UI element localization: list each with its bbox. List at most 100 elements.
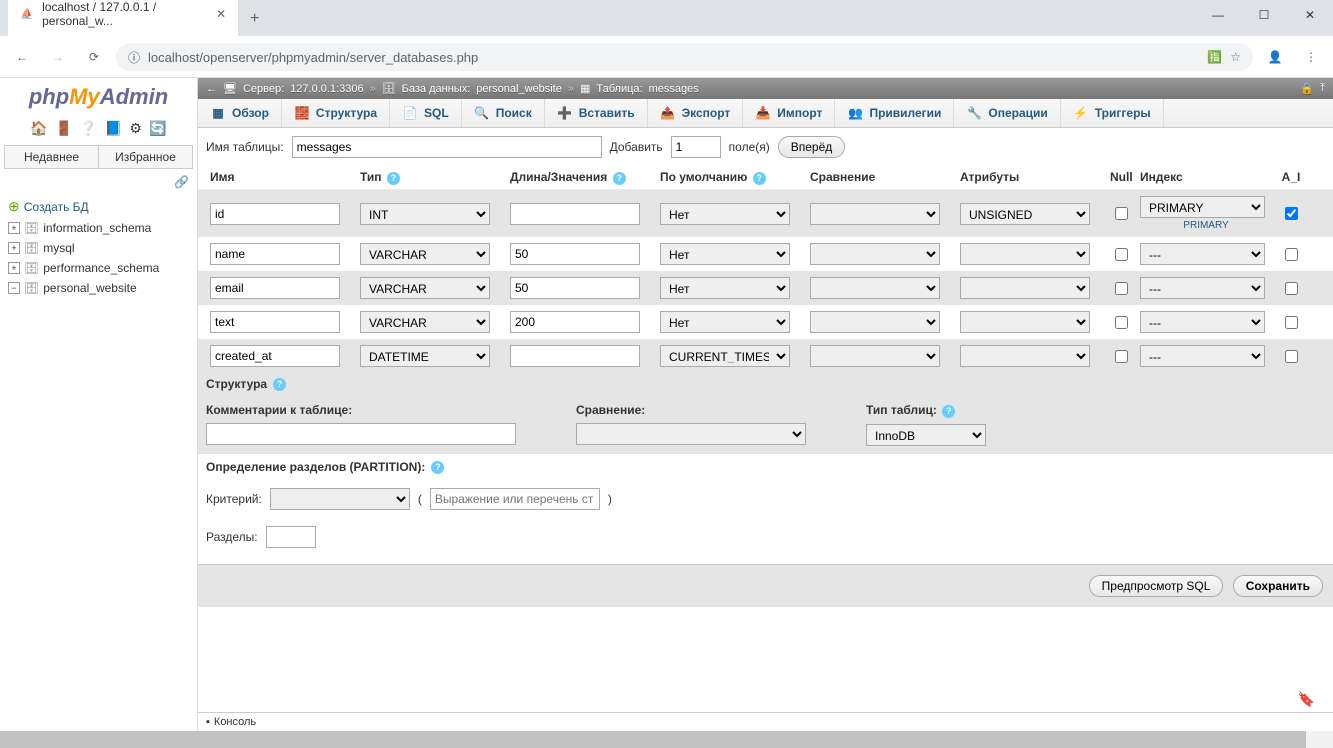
col-default-select[interactable]: Нет xyxy=(660,311,790,333)
nav-back[interactable]: ← xyxy=(8,43,36,71)
bookmark-star-icon[interactable]: ☆ xyxy=(1230,50,1241,64)
col-attributes-select[interactable] xyxy=(960,311,1090,333)
partition-criterion-select[interactable] xyxy=(270,488,410,510)
col-collation-select[interactable] xyxy=(810,277,940,299)
tree-new-db[interactable]: ⊕ Создать БД xyxy=(8,195,189,218)
browser-tab[interactable]: ⛵ localhost / 127.0.0.1 / personal_w... … xyxy=(8,0,238,36)
tab-triggers[interactable]: ⚡Триггеры xyxy=(1061,99,1164,127)
home-icon[interactable]: 🏠 xyxy=(30,120,47,136)
profile-icon[interactable]: 👤 xyxy=(1261,43,1289,71)
help-icon[interactable]: ? xyxy=(942,405,955,418)
col-attributes-select[interactable] xyxy=(960,277,1090,299)
window-maximize[interactable]: ☐ xyxy=(1241,0,1287,30)
col-length-input[interactable] xyxy=(510,243,640,265)
col-attributes-select[interactable]: UNSIGNED xyxy=(960,203,1090,225)
site-info-icon[interactable]: ⓘ xyxy=(128,49,140,66)
translate-icon[interactable]: 🈯 xyxy=(1207,50,1222,64)
table-name-input[interactable] xyxy=(292,136,602,158)
col-length-input[interactable] xyxy=(510,203,640,225)
tab-operations[interactable]: 🔧Операции xyxy=(954,99,1060,127)
col-null-checkbox[interactable] xyxy=(1115,316,1128,329)
col-default-select[interactable]: Нет xyxy=(660,203,790,225)
col-name-input[interactable] xyxy=(210,243,340,265)
col-index-select[interactable]: --- xyxy=(1140,277,1265,299)
col-ai-checkbox[interactable] xyxy=(1285,316,1298,329)
address-bar[interactable]: ⓘ localhost/openserver/phpmyadmin/server… xyxy=(116,43,1253,71)
go-button[interactable]: Вперёд xyxy=(778,136,846,158)
menu-icon[interactable]: ⋮ xyxy=(1297,43,1325,71)
tab-privileges[interactable]: 👥Привилегии xyxy=(835,99,954,127)
col-default-select[interactable]: CURRENT_TIMESTAMP xyxy=(660,345,790,367)
col-collation-select[interactable] xyxy=(810,345,940,367)
col-name-input[interactable] xyxy=(210,311,340,333)
logout-icon[interactable]: 🚪 xyxy=(55,120,72,136)
nav-forward[interactable]: → xyxy=(44,43,72,71)
tab-browse[interactable]: ▦Обзор xyxy=(198,99,282,127)
col-null-checkbox[interactable] xyxy=(1115,350,1128,363)
col-name-input[interactable] xyxy=(210,203,340,225)
tab-sql[interactable]: 📄SQL xyxy=(390,99,462,127)
breadcrumb-server[interactable]: 127.0.0.1:3306 xyxy=(290,83,363,95)
col-index-select[interactable]: --- xyxy=(1140,345,1265,367)
window-minimize[interactable]: — xyxy=(1195,0,1241,30)
docs-icon[interactable]: ❔ xyxy=(80,120,97,136)
bookmark-icon[interactable]: 🔖 xyxy=(1298,691,1315,708)
tree-db-item[interactable]: + 🗄 information_schema xyxy=(8,218,189,238)
reload-icon[interactable]: 🔄 xyxy=(149,120,166,136)
nav-reload[interactable]: ⟳ xyxy=(80,43,108,71)
col-ai-checkbox[interactable] xyxy=(1285,248,1298,261)
tree-expand-icon[interactable]: + xyxy=(8,262,20,274)
panel-tab-favorite[interactable]: Избранное xyxy=(99,146,192,168)
lock-icon[interactable]: 🔒 xyxy=(1300,82,1314,95)
col-index-select[interactable]: --- xyxy=(1140,243,1265,265)
tab-structure[interactable]: 🧱Структура xyxy=(282,99,390,127)
col-null-checkbox[interactable] xyxy=(1115,282,1128,295)
col-ai-checkbox[interactable] xyxy=(1285,282,1298,295)
table-engine-select[interactable]: InnoDB xyxy=(866,424,986,446)
col-type-select[interactable]: VARCHAR xyxy=(360,243,490,265)
help-icon[interactable]: ? xyxy=(431,461,444,474)
col-collation-select[interactable] xyxy=(810,243,940,265)
help-icon[interactable]: ? xyxy=(613,172,626,185)
settings-icon[interactable]: ⚙ xyxy=(129,120,142,136)
col-ai-checkbox[interactable] xyxy=(1285,350,1298,363)
col-type-select[interactable]: VARCHAR xyxy=(360,311,490,333)
tab-import[interactable]: 📥Импорт xyxy=(743,99,835,127)
col-type-select[interactable]: VARCHAR xyxy=(360,277,490,299)
tab-close-icon[interactable]: ✕ xyxy=(216,7,226,21)
table-collation-select[interactable] xyxy=(576,423,806,445)
horizontal-scrollbar[interactable] xyxy=(0,731,1333,748)
page-up-icon[interactable]: ⤒ xyxy=(1320,82,1325,95)
col-name-input[interactable] xyxy=(210,345,340,367)
tree-expand-icon[interactable]: + xyxy=(8,242,20,254)
col-length-input[interactable] xyxy=(510,345,640,367)
tree-collapse-icon[interactable]: − xyxy=(8,282,20,294)
add-cols-input[interactable] xyxy=(671,136,721,158)
col-type-select[interactable]: INT xyxy=(360,203,490,225)
console-bar[interactable]: ▪ Консоль xyxy=(198,712,1333,731)
col-collation-select[interactable] xyxy=(810,203,940,225)
tree-db-item[interactable]: + 🗄 performance_schema xyxy=(8,258,189,278)
tab-insert[interactable]: ➕Вставить xyxy=(545,99,648,127)
new-tab-button[interactable]: + xyxy=(238,2,271,36)
panel-tab-recent[interactable]: Недавнее xyxy=(5,146,99,168)
tree-expand-icon[interactable]: + xyxy=(8,222,20,234)
tab-search[interactable]: 🔍Поиск xyxy=(462,99,545,127)
col-name-input[interactable] xyxy=(210,277,340,299)
tab-export[interactable]: 📤Экспорт xyxy=(648,99,744,127)
table-comments-input[interactable] xyxy=(206,423,516,445)
pma-logo[interactable]: phpMyAdmin xyxy=(0,78,197,116)
col-collation-select[interactable] xyxy=(810,311,940,333)
breadcrumb-db[interactable]: personal_website xyxy=(476,83,562,95)
col-index-select[interactable]: PRIMARY xyxy=(1140,196,1265,218)
col-null-checkbox[interactable] xyxy=(1115,207,1128,220)
nav-back-icon[interactable]: ← xyxy=(206,83,217,95)
col-attributes-select[interactable] xyxy=(960,243,1090,265)
help-icon[interactable]: ? xyxy=(273,378,286,391)
preview-sql-button[interactable]: Предпросмотр SQL xyxy=(1089,575,1224,597)
sql-docs-icon[interactable]: 📘 xyxy=(105,120,122,136)
link-icon[interactable]: 🔗 xyxy=(0,173,197,191)
help-icon[interactable]: ? xyxy=(387,172,400,185)
col-type-select[interactable]: DATETIME xyxy=(360,345,490,367)
window-close[interactable]: ✕ xyxy=(1287,0,1333,30)
